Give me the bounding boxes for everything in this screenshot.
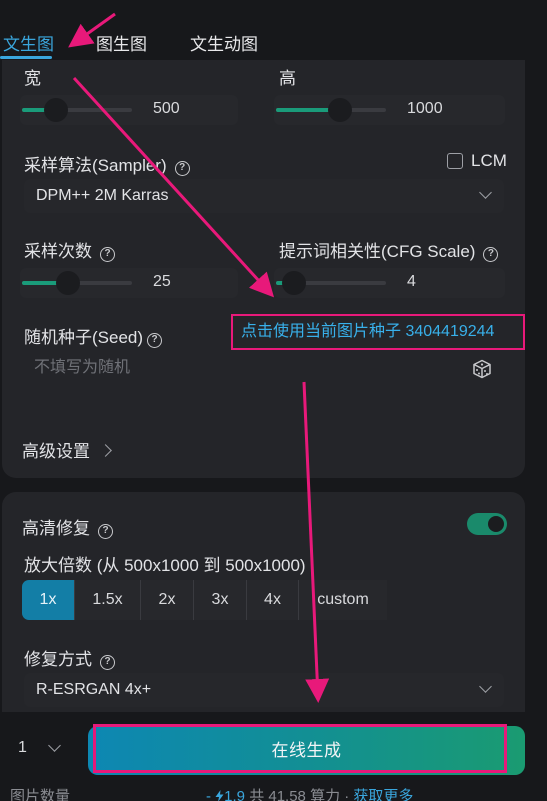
method-label: 修复方式? (24, 645, 115, 670)
cfg-value[interactable]: 4 (407, 273, 416, 291)
seed-label: 随机种子(Seed)? (24, 323, 163, 348)
tab-bar: 文生图 图生图 文生动图 (0, 0, 547, 60)
scale-option-4x[interactable]: 4x (247, 580, 299, 620)
lcm-label[interactable]: LCM (471, 151, 507, 171)
chevron-down-icon (479, 186, 492, 199)
help-icon[interactable]: ? (147, 333, 163, 348)
cost-value: 1.9 (224, 788, 246, 801)
chevron-down-icon (479, 680, 492, 693)
help-icon[interactable]: ? (174, 161, 190, 176)
width-value[interactable]: 500 (153, 100, 180, 118)
sampler-selected-value: DPM++ 2M Karras (36, 187, 169, 204)
width-slider[interactable]: 500 (20, 95, 238, 125)
lightning-icon (215, 790, 224, 801)
cfg-slider-thumb[interactable] (282, 271, 306, 295)
tab-text-to-image[interactable]: 文生图 (3, 30, 54, 55)
image-count-value: 1 (18, 739, 27, 756)
cfg-label: 提示词相关性(CFG Scale)? (279, 237, 499, 262)
scale-option-2x[interactable]: 2x (141, 580, 194, 620)
method-selected-value: R-ESRGAN 4x+ (36, 681, 152, 698)
steps-slider[interactable]: 25 (20, 268, 238, 298)
sampler-label: 采样算法(Sampler)? (24, 151, 190, 176)
help-icon[interactable]: ? (483, 247, 499, 262)
image-count-label: 图片数量 (10, 788, 71, 801)
hires-label: 高清修复? (22, 514, 113, 539)
tab-text-to-animation[interactable]: 文生动图 (190, 30, 258, 55)
steps-slider-thumb[interactable] (56, 271, 80, 295)
sampler-select[interactable]: DPM++ 2M Karras (24, 179, 504, 213)
scale-option-3x[interactable]: 3x (194, 580, 247, 620)
cfg-slider[interactable]: 4 (274, 268, 505, 298)
steps-label: 采样次数? (24, 237, 115, 262)
tab-image-to-image[interactable]: 图生图 (96, 30, 147, 55)
get-more-link[interactable]: 获取更多 (353, 788, 413, 801)
scale-option-1x[interactable]: 1x (22, 580, 75, 620)
active-tab-indicator (0, 56, 52, 59)
credits-info: - 1.9 共 41.58 算力 · 获取更多 (206, 785, 413, 801)
image-count-select[interactable]: 1 (10, 730, 70, 766)
seed-input[interactable]: 不填写为随机 (22, 352, 506, 384)
height-slider-thumb[interactable] (328, 98, 352, 122)
height-value[interactable]: 1000 (407, 100, 443, 118)
advanced-settings-toggle[interactable]: 高级设置 (22, 437, 112, 462)
scale-option-1-5x[interactable]: 1.5x (75, 580, 141, 620)
chevron-down-icon (48, 739, 61, 752)
height-label: 高 (279, 69, 296, 88)
help-icon[interactable]: ? (100, 247, 115, 262)
hires-toggle[interactable] (467, 513, 507, 535)
height-slider[interactable]: 1000 (274, 95, 505, 125)
method-select[interactable]: R-ESRGAN 4x+ (24, 673, 504, 707)
width-slider-thumb[interactable] (44, 98, 68, 122)
steps-value[interactable]: 25 (153, 273, 171, 291)
help-icon[interactable]: ? (100, 655, 115, 670)
dice-icon[interactable] (472, 359, 492, 379)
width-label: 宽 (24, 69, 41, 88)
use-current-seed-link[interactable]: 点击使用当前图片种子 3404419244 (231, 314, 525, 350)
scale-label: 放大倍数 (从 500x1000 到 500x1000) (24, 556, 306, 575)
lcm-checkbox[interactable] (447, 153, 463, 169)
scale-option-custom[interactable]: custom (299, 580, 387, 620)
help-icon[interactable]: ? (98, 524, 113, 539)
generate-button-label[interactable]: 在线生成 (88, 726, 525, 775)
